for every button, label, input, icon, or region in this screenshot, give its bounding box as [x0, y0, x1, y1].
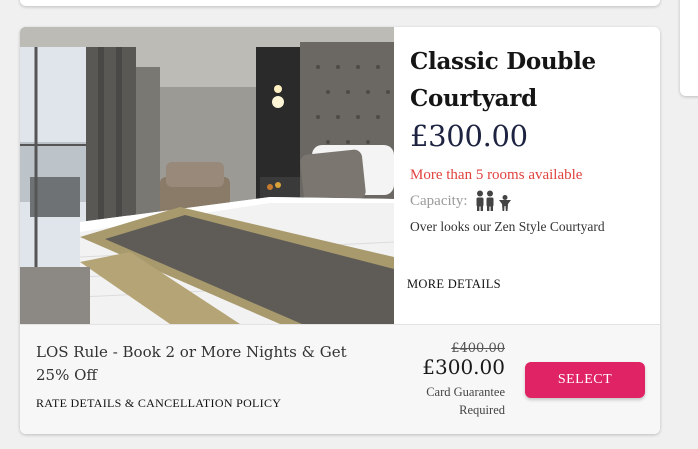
original-price: £400.00: [451, 341, 505, 356]
adult-icon: [486, 190, 494, 211]
capacity-label: Capacity:: [410, 192, 468, 209]
rate-row: LOS Rule - Book 2 or More Nights & Get 2…: [20, 324, 660, 434]
room-card: Classic Double Courtyard £300.00 More th…: [20, 27, 660, 434]
rate-policy-link[interactable]: RATE DETAILS & CANCELLATION POLICY: [36, 396, 281, 411]
rate-name: LOS Rule - Book 2 or More Nights & Get 2…: [36, 343, 347, 384]
guarantee-text: Card Guarantee Required: [422, 383, 505, 419]
room-description: Over looks our Zen Style Courtyard: [410, 219, 605, 234]
room-price: £300.00: [410, 119, 528, 153]
room-title-line-1: Classic Double: [410, 48, 596, 75]
capacity-row: Capacity:: [410, 190, 650, 212]
availability-text: More than 5 rooms available: [410, 167, 583, 183]
previous-room-card: [20, 0, 660, 6]
adult-icon: [476, 190, 484, 211]
capacity-icons: [476, 190, 512, 211]
more-details-link[interactable]: MORE DETAILS: [407, 277, 501, 292]
select-button[interactable]: SELECT: [525, 362, 645, 398]
child-icon: [499, 195, 512, 211]
rate-price-block: £400.00 £300.00 Card Guarantee Required: [422, 341, 505, 419]
guarantee-line-1: Card Guarantee: [426, 385, 505, 399]
room-photo: [20, 27, 394, 324]
rate-price: £300.00: [422, 355, 505, 379]
room-info: Classic Double Courtyard £300.00 More th…: [410, 43, 650, 235]
guarantee-line-2: Required: [459, 403, 505, 417]
room-title: Classic Double Courtyard: [410, 43, 650, 117]
room-title-line-2: Courtyard: [410, 85, 537, 112]
side-panel: [680, 0, 698, 96]
